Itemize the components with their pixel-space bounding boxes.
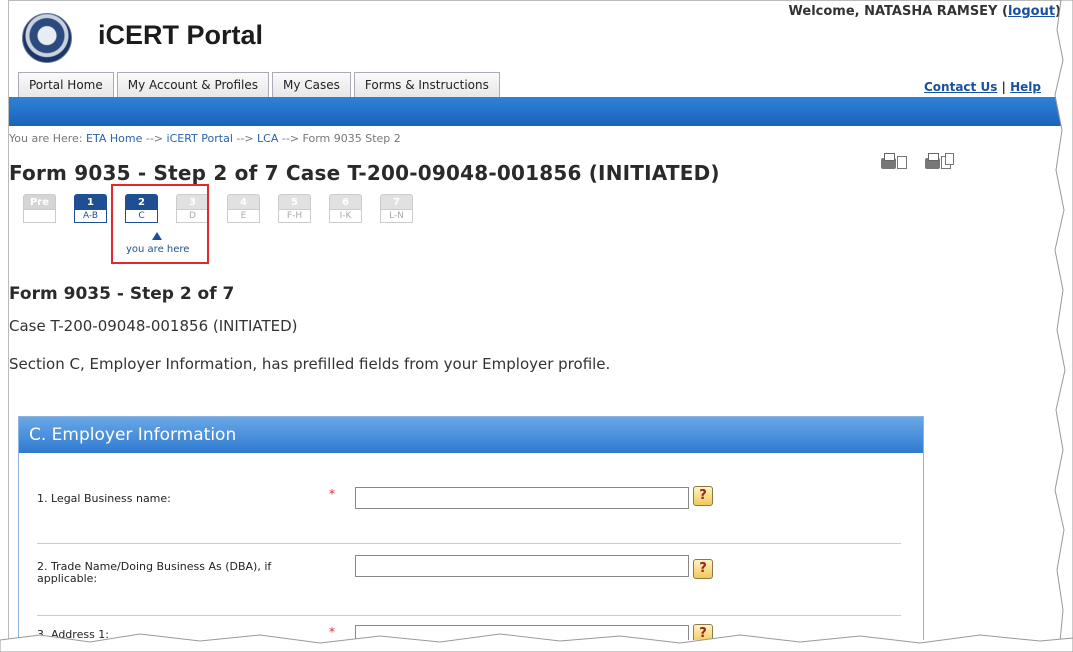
you-are-here-label: you are here [126, 244, 190, 255]
tab-my-cases[interactable]: My Cases [272, 72, 351, 97]
step-label [23, 209, 56, 223]
app-title: iCERT Portal [98, 20, 264, 50]
row-divider [37, 615, 901, 616]
step-number: 5 [278, 194, 311, 209]
breadcrumb-prefix: You are Here: [9, 132, 83, 145]
step-label: I-K [329, 209, 362, 223]
step-navigator: Pre 1 A-B 2 C 3 D 4 E 5 F-H 6 I-K 7 L-N [23, 194, 431, 223]
contact-us-link[interactable]: Contact Us [924, 80, 997, 94]
step-label: A-B [74, 209, 107, 223]
breadcrumb-icert-portal[interactable]: iCERT Portal [167, 132, 233, 145]
required-marker: * [329, 487, 335, 501]
section-heading: Form 9035 - Step 2 of 7 [9, 284, 235, 304]
intro-text: Section C, Employer Information, has pre… [9, 355, 611, 373]
up-arrow-icon [152, 232, 162, 240]
logout-link[interactable]: logout [1008, 4, 1055, 19]
step-pre[interactable]: Pre [23, 194, 56, 223]
nav-bar [9, 97, 1061, 126]
step-7: 7 L-N [380, 194, 413, 223]
step-number: Pre [23, 194, 56, 209]
print-all-icon[interactable] [925, 153, 954, 171]
step-number: 7 [380, 194, 413, 209]
employer-info-panel: C. Employer Information 1. Legal Busines… [18, 416, 924, 640]
step-label: E [227, 209, 260, 223]
main-tabs: Portal Home My Account & Profiles My Cas… [18, 72, 500, 97]
welcome-text: Welcome, NATASHA RAMSEY ( [788, 4, 1008, 19]
breadcrumb-current: Form 9035 Step 2 [302, 132, 401, 145]
print-page-icon[interactable] [881, 153, 909, 171]
browser-page: iCERT Portal Welcome, NATASHA RAMSEY (lo… [8, 0, 1061, 640]
breadcrumb: You are Here: ETA Home --> iCERT Portal … [9, 132, 401, 145]
step-4: 4 E [227, 194, 260, 223]
torn-edge-right [1054, 0, 1073, 652]
help-icon[interactable]: ? [693, 559, 713, 579]
page-title: Form 9035 - Step 2 of 7 Case T-200-09048… [9, 161, 720, 185]
legal-business-name-input[interactable] [355, 487, 689, 509]
dol-seal-logo [22, 13, 72, 63]
breadcrumb-arrow: --> [236, 132, 254, 145]
top-links: Contact Us | Help [924, 80, 1041, 94]
step-number: 1 [74, 194, 107, 209]
help-link[interactable]: Help [1010, 80, 1041, 94]
case-number: Case T-200-09048-001856 (INITIATED) [9, 317, 298, 335]
breadcrumb-eta-home[interactable]: ETA Home [86, 132, 142, 145]
step-label: L-N [380, 209, 413, 223]
trade-name-input[interactable] [355, 555, 689, 577]
step-label: F-H [278, 209, 311, 223]
breadcrumb-arrow: --> [281, 132, 300, 145]
help-icon[interactable]: ? [693, 486, 713, 506]
tab-my-account[interactable]: My Account & Profiles [116, 72, 270, 97]
breadcrumb-arrow: --> [145, 132, 164, 145]
torn-edge-bottom [0, 633, 1073, 652]
link-separator: | [1001, 80, 1006, 94]
step-6: 6 I-K [329, 194, 362, 223]
tab-forms-instructions[interactable]: Forms & Instructions [353, 72, 500, 97]
field-label: 1. Legal Business name: [37, 492, 171, 505]
row-divider [37, 543, 901, 544]
field-label: 2. Trade Name/Doing Business As (DBA), i… [37, 560, 272, 585]
breadcrumb-lca[interactable]: LCA [257, 132, 278, 145]
step-5: 5 F-H [278, 194, 311, 223]
welcome-message: Welcome, NATASHA RAMSEY (logout) [789, 4, 1061, 19]
step-1[interactable]: 1 A-B [74, 194, 107, 223]
step-number: 4 [227, 194, 260, 209]
panel-title: C. Employer Information [19, 417, 923, 453]
print-toolbar [881, 153, 954, 171]
tab-portal-home[interactable]: Portal Home [18, 72, 114, 97]
step-number: 6 [329, 194, 362, 209]
